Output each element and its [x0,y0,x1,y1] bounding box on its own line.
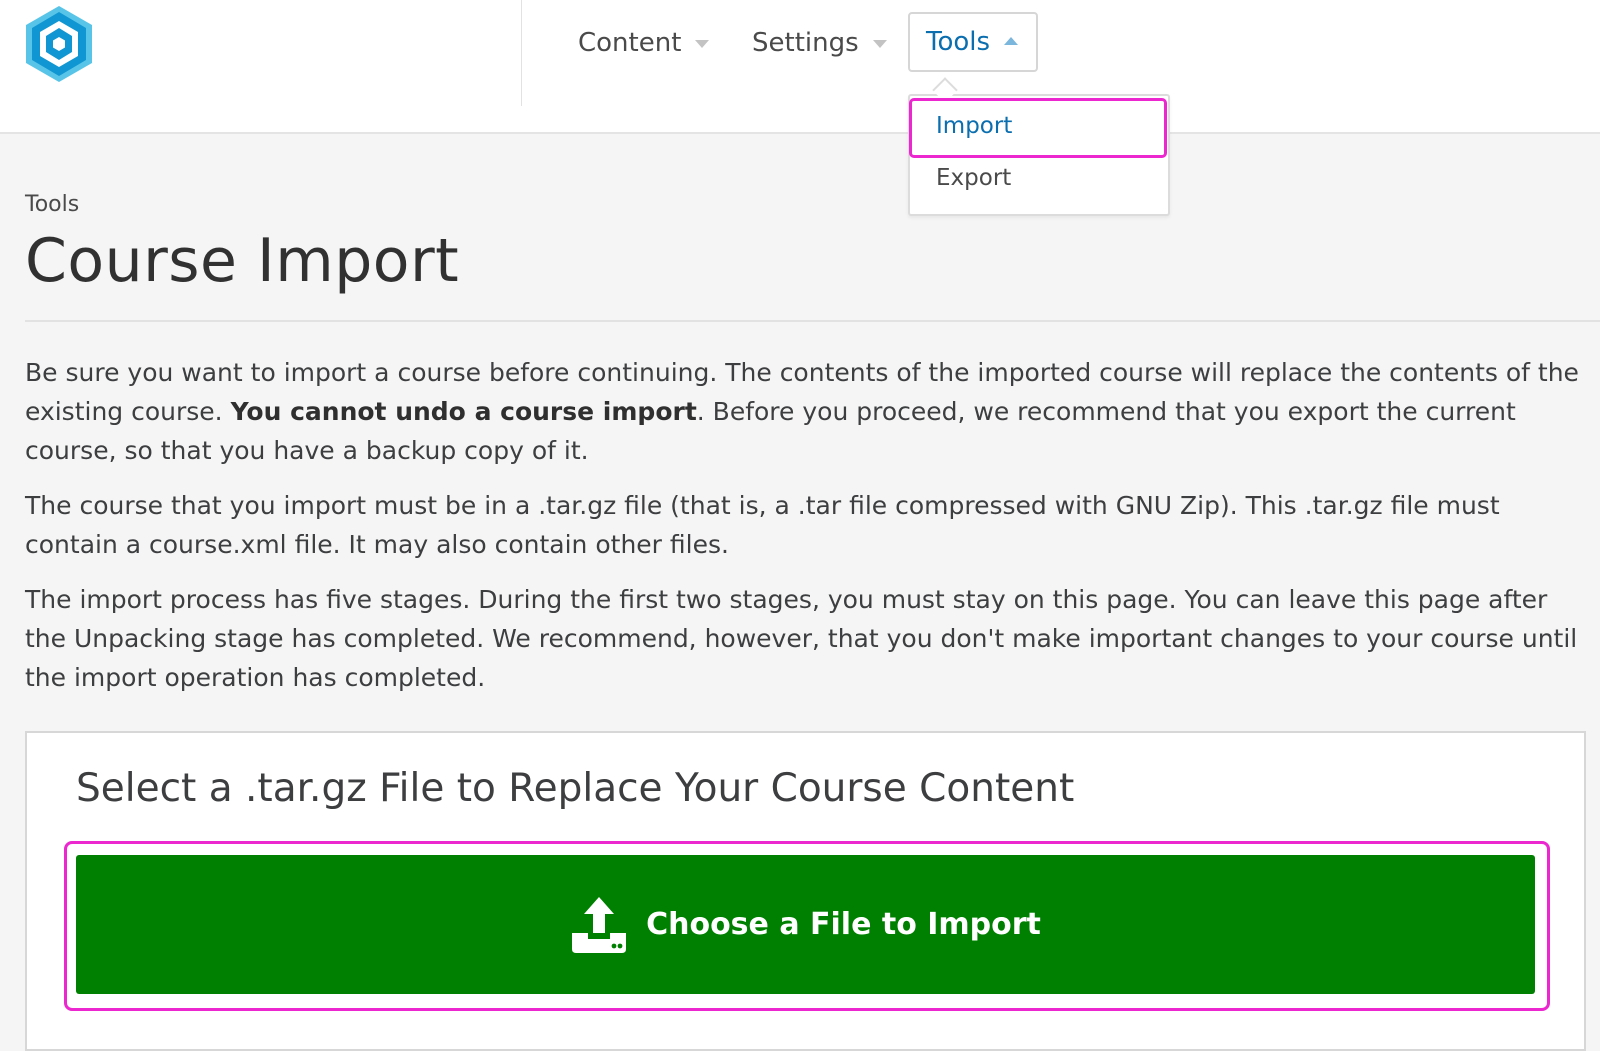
choose-file-button-label: Choose a File to Import [646,907,1041,942]
header-divider [521,0,522,106]
chevron-up-icon [1004,37,1019,45]
intro-text: Be sure you want to import a course befo… [25,353,1585,713]
chevron-down-icon [695,40,710,48]
intro-paragraph-3: The import process has five stages. Duri… [25,585,1578,692]
chevron-down-icon [872,40,887,48]
nav-content[interactable]: Content [578,14,710,72]
logo[interactable] [24,4,94,84]
menu-item-export[interactable]: Export [910,152,1168,204]
nav-tools[interactable]: Tools [908,12,1038,72]
intro-paragraph-2: The course that you import must be in a … [25,491,1500,559]
nav-tools-label: Tools [926,27,991,57]
upload-card-title: Select a .tar.gz File to Replace Your Co… [76,766,1075,811]
breadcrumb: Tools [25,192,80,217]
intro-paragraph-1: Be sure you want to import a course befo… [25,353,1585,470]
intro-p1-bold: You cannot undo a course import [230,397,697,426]
page-title: Course Import [25,226,460,296]
nav-settings-label: Settings [752,28,859,58]
upload-icon [572,896,627,953]
choose-file-button[interactable]: Choose a File to Import [76,855,1535,994]
nav-content-label: Content [578,28,682,58]
title-divider [25,320,1600,322]
import-highlight-outline [909,98,1167,158]
top-header: Content Settings Tools [0,0,1600,134]
nav-settings[interactable]: Settings [752,14,887,72]
